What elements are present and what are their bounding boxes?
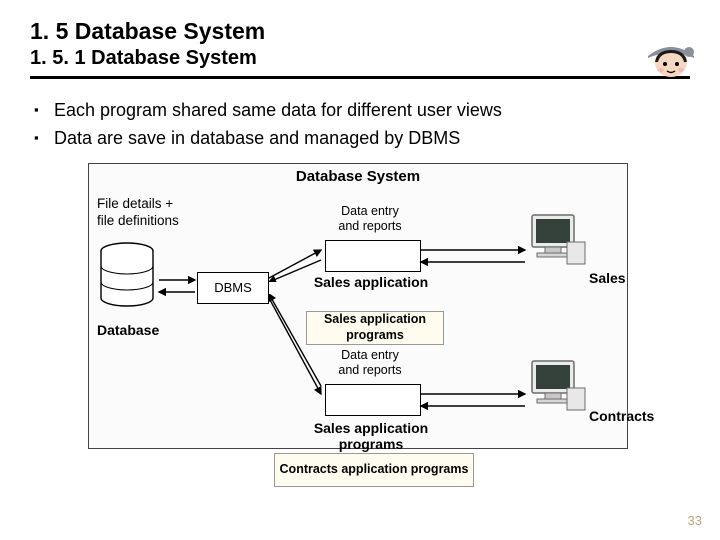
divider: [30, 76, 690, 79]
data-entry-l2b: and reports: [338, 363, 401, 377]
monitor-label-2: Contracts: [589, 408, 654, 424]
file-details-line1: File details +: [97, 196, 173, 211]
database-icon: [97, 242, 157, 308]
overlay-contracts: Contracts application programs: [274, 453, 474, 487]
app-label-1: Sales application: [297, 274, 445, 290]
slide-subtitle: 1. 5. 1 Database System: [30, 47, 690, 70]
monitor-label-1: Sales: [589, 270, 626, 286]
data-entry-l1b: Data entry: [341, 348, 399, 362]
diagram: Database System File details + file defi…: [88, 163, 628, 473]
file-details-line2: file definitions: [97, 213, 179, 228]
page-number: 33: [688, 513, 702, 528]
diagram-frame: Database System File details + file defi…: [88, 163, 628, 449]
data-entry-label-1: Data entry and reports: [329, 204, 411, 234]
overlay-sales: Sales application programs: [306, 311, 444, 345]
data-entry-l2: and reports: [338, 219, 401, 233]
slide-title: 1. 5 Database System: [30, 18, 690, 45]
data-entry-label-2: Data entry and reports: [329, 348, 411, 378]
database-label: Database: [97, 322, 159, 338]
bullet-item: Each program shared same data for differ…: [54, 97, 690, 125]
dbms-box: DBMS: [197, 272, 269, 304]
bullet-list: Each program shared same data for differ…: [30, 97, 690, 153]
app-box-2: [325, 384, 421, 416]
data-entry-l1: Data entry: [341, 204, 399, 218]
avatar-icon: [644, 40, 698, 94]
monitor-icon-1: [529, 212, 587, 268]
diagram-title: Database System: [89, 168, 627, 185]
app-box-1: [325, 240, 421, 272]
app-label-2: Sales application programs: [297, 420, 445, 452]
arrow-app1-mon1: [419, 240, 529, 274]
arrow-app2-mon2: [419, 384, 529, 418]
bullet-item: Data are save in database and managed by…: [54, 125, 690, 153]
file-details-label: File details + file definitions: [97, 196, 179, 230]
arrow-db-dbms: [157, 270, 199, 304]
monitor-icon-2: [529, 358, 587, 414]
